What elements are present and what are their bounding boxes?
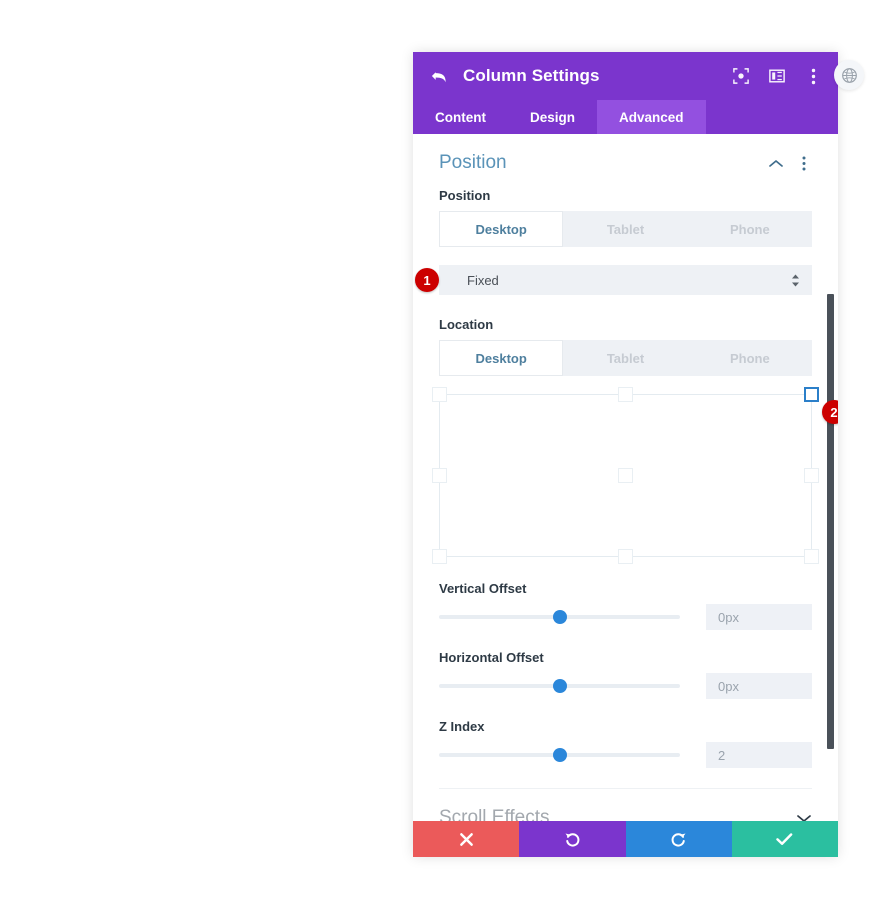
- settings-body: Position Position Desktop Tablet Phone 1…: [413, 134, 838, 821]
- column-settings-modal: Column Settings Content Design Advanced …: [413, 52, 864, 857]
- modal-header: Column Settings: [413, 52, 838, 100]
- chevron-down-icon[interactable]: [796, 810, 812, 821]
- location-device-desktop[interactable]: Desktop: [439, 340, 564, 376]
- checkmark-icon: [776, 832, 793, 845]
- cancel-button[interactable]: [413, 821, 520, 857]
- position-field-label: Position: [439, 188, 491, 203]
- location-device-phone[interactable]: Phone: [687, 340, 812, 376]
- vertical-offset-group: Vertical Offset 0px: [439, 581, 812, 630]
- position-field-group: Position Desktop Tablet Phone 1 Fixed: [415, 188, 812, 295]
- tab-bar: Content Design Advanced: [413, 100, 838, 134]
- location-device-tablet[interactable]: Tablet: [563, 340, 688, 376]
- scroll-effects-section-header[interactable]: Scroll Effects: [439, 789, 812, 821]
- redo-button[interactable]: [625, 821, 732, 857]
- location-cell-bottom-center[interactable]: [617, 549, 633, 564]
- location-cell-top-center[interactable]: [617, 387, 633, 402]
- location-cell-middle-right[interactable]: [804, 467, 819, 483]
- vertical-offset-slider[interactable]: [439, 608, 680, 626]
- modal-footer: [413, 821, 838, 857]
- location-picker-wrap: 2: [432, 387, 838, 564]
- close-x-icon: [459, 832, 473, 846]
- globe-icon[interactable]: [834, 60, 864, 90]
- z-index-group: Z Index 2: [439, 719, 812, 768]
- z-index-row: 2: [439, 742, 812, 768]
- vertical-offset-label: Vertical Offset: [439, 581, 527, 596]
- location-cell-middle-left[interactable]: [432, 467, 447, 483]
- vertical-offset-row: 0px: [439, 604, 812, 630]
- horizontal-offset-row: 0px: [439, 673, 812, 699]
- step-badge-2: 2: [822, 400, 838, 424]
- chevron-up-icon[interactable]: [768, 155, 784, 171]
- position-select[interactable]: Fixed: [439, 265, 812, 295]
- location-picker[interactable]: [432, 387, 819, 564]
- position-section-title: Position: [439, 152, 507, 173]
- z-index-label: Z Index: [439, 719, 485, 734]
- location-cell-top-left[interactable]: [432, 387, 447, 402]
- kebab-menu-icon[interactable]: [796, 155, 812, 171]
- position-device-tablet[interactable]: Tablet: [563, 211, 688, 247]
- undo-arrow-icon: [565, 832, 580, 847]
- location-cell-center[interactable]: [617, 467, 633, 483]
- tab-advanced[interactable]: Advanced: [597, 100, 706, 134]
- scrollbar-thumb[interactable]: [827, 294, 834, 749]
- z-index-input[interactable]: 2: [706, 742, 812, 768]
- position-section-header: Position: [439, 134, 812, 188]
- layout-panel-icon[interactable]: [768, 67, 786, 85]
- position-device-desktop[interactable]: Desktop: [439, 211, 564, 247]
- location-device-tabs: Desktop Tablet Phone: [439, 340, 812, 376]
- scrollbar-track[interactable]: [826, 134, 836, 821]
- location-cell-bottom-left[interactable]: [432, 549, 447, 564]
- tab-design[interactable]: Design: [508, 100, 597, 134]
- step-badge-1: 1: [415, 268, 439, 292]
- z-index-slider[interactable]: [439, 746, 680, 764]
- location-cell-bottom-right[interactable]: [804, 549, 819, 564]
- position-device-tabs: Desktop Tablet Phone: [439, 211, 812, 247]
- scroll-effects-title: Scroll Effects: [439, 807, 550, 821]
- horizontal-offset-group: Horizontal Offset 0px: [439, 650, 812, 699]
- horizontal-offset-label: Horizontal Offset: [439, 650, 544, 665]
- location-field-label: Location: [439, 317, 494, 332]
- vertical-offset-input[interactable]: 0px: [706, 604, 812, 630]
- position-device-phone[interactable]: Phone: [687, 211, 812, 247]
- scroll-content: Position Position Desktop Tablet Phone 1…: [413, 134, 838, 821]
- kebab-menu-icon[interactable]: [804, 67, 822, 85]
- back-arrow-icon[interactable]: [429, 66, 449, 86]
- slider-handle[interactable]: [552, 748, 567, 762]
- position-select-value: Fixed: [467, 272, 499, 288]
- focus-target-icon[interactable]: [732, 67, 750, 85]
- redo-arrow-icon: [671, 832, 686, 847]
- page-title: Column Settings: [463, 66, 600, 85]
- slider-handle[interactable]: [552, 679, 567, 693]
- header-icon-group: [732, 67, 822, 85]
- chevron-updown-icon: [791, 274, 800, 287]
- location-cell-top-right[interactable]: [804, 387, 819, 402]
- horizontal-offset-slider[interactable]: [439, 677, 680, 695]
- save-button[interactable]: [731, 821, 838, 857]
- slider-handle[interactable]: [552, 610, 567, 624]
- horizontal-offset-input[interactable]: 0px: [706, 673, 812, 699]
- tab-content[interactable]: Content: [413, 100, 508, 134]
- position-select-row: 1 Fixed: [415, 265, 812, 295]
- undo-button[interactable]: [519, 821, 626, 857]
- location-field-group: Location Desktop Tablet Phone 2: [432, 317, 838, 564]
